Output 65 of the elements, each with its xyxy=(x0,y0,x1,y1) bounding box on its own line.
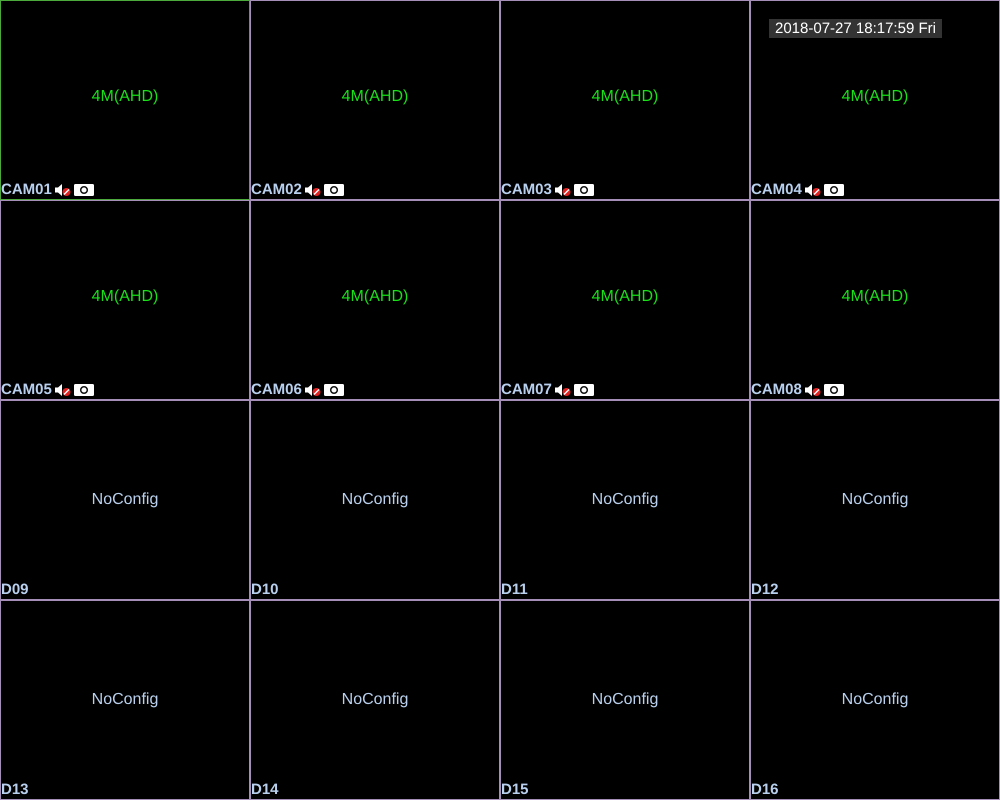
camera-tile[interactable]: NoConfig D14 xyxy=(250,600,500,800)
channel-status: 4M(AHD) xyxy=(592,88,658,106)
camera-tile[interactable]: NoConfig D15 xyxy=(500,600,750,800)
channel-status: NoConfig xyxy=(592,691,658,709)
muted-speaker-icon xyxy=(804,382,822,396)
channel-name: CAM08 xyxy=(751,381,802,398)
channel-status: 4M(AHD) xyxy=(842,288,908,306)
channel-status: 4M(AHD) xyxy=(92,288,158,306)
channel-name: D14 xyxy=(251,781,279,798)
channel-status: 4M(AHD) xyxy=(342,288,408,306)
muted-speaker-icon xyxy=(304,182,322,196)
date-time-display: 2018-07-27 18:17:59 Fri xyxy=(769,19,942,38)
camera-icon xyxy=(824,184,844,196)
channel-name: D11 xyxy=(501,581,528,598)
muted-speaker-icon xyxy=(804,182,822,196)
channel-status: NoConfig xyxy=(342,491,408,509)
muted-speaker-icon xyxy=(54,382,72,396)
camera-icon xyxy=(74,184,94,196)
camera-tile[interactable]: NoConfig D16 xyxy=(750,600,1000,800)
channel-name: D12 xyxy=(751,581,779,598)
channel-status: NoConfig xyxy=(92,691,158,709)
camera-icon xyxy=(824,384,844,396)
channel-name: CAM07 xyxy=(501,381,552,398)
muted-speaker-icon xyxy=(54,182,72,196)
channel-status: NoConfig xyxy=(842,491,908,509)
channel-name: D13 xyxy=(1,781,29,798)
camera-tile[interactable]: NoConfig D13 xyxy=(0,600,250,800)
channel-name: CAM04 xyxy=(751,181,802,198)
camera-icon xyxy=(574,184,594,196)
channel-name: CAM03 xyxy=(501,181,552,198)
camera-tile[interactable]: 2018-07-27 18:17:59 Fri 4M(AHD) CAM04 xyxy=(750,0,1000,200)
channel-name: CAM02 xyxy=(251,181,302,198)
channel-name: CAM05 xyxy=(1,381,52,398)
channel-status: NoConfig xyxy=(92,491,158,509)
channel-name: CAM06 xyxy=(251,381,302,398)
channel-status: 4M(AHD) xyxy=(342,88,408,106)
camera-tile[interactable]: 4M(AHD) CAM05 xyxy=(0,200,250,400)
channel-status: 4M(AHD) xyxy=(92,88,158,106)
channel-status: NoConfig xyxy=(592,491,658,509)
muted-speaker-icon xyxy=(554,382,572,396)
camera-tile[interactable]: 4M(AHD) CAM07 xyxy=(500,200,750,400)
camera-tile[interactable]: NoConfig D12 xyxy=(750,400,1000,600)
camera-tile[interactable]: 4M(AHD) CAM03 xyxy=(500,0,750,200)
camera-tile[interactable]: 4M(AHD) CAM01 xyxy=(0,0,250,200)
channel-name: D09 xyxy=(1,581,29,598)
camera-tile[interactable]: NoConfig D09 xyxy=(0,400,250,600)
channel-name: D16 xyxy=(751,781,779,798)
channel-status: NoConfig xyxy=(342,691,408,709)
camera-icon xyxy=(574,384,594,396)
channel-name: D15 xyxy=(501,781,529,798)
channel-status: 4M(AHD) xyxy=(842,88,908,106)
camera-icon xyxy=(324,184,344,196)
camera-tile[interactable]: 4M(AHD) CAM08 xyxy=(750,200,1000,400)
camera-icon xyxy=(324,384,344,396)
muted-speaker-icon xyxy=(304,382,322,396)
channel-status: 4M(AHD) xyxy=(592,288,658,306)
channel-name: CAM01 xyxy=(1,181,52,198)
camera-tile[interactable]: NoConfig D10 xyxy=(250,400,500,600)
camera-icon xyxy=(74,384,94,396)
channel-name: D10 xyxy=(251,581,279,598)
muted-speaker-icon xyxy=(554,182,572,196)
camera-tile[interactable]: 4M(AHD) CAM06 xyxy=(250,200,500,400)
channel-status: NoConfig xyxy=(842,691,908,709)
camera-tile[interactable]: 4M(AHD) CAM02 xyxy=(250,0,500,200)
camera-tile[interactable]: NoConfig D11 xyxy=(500,400,750,600)
